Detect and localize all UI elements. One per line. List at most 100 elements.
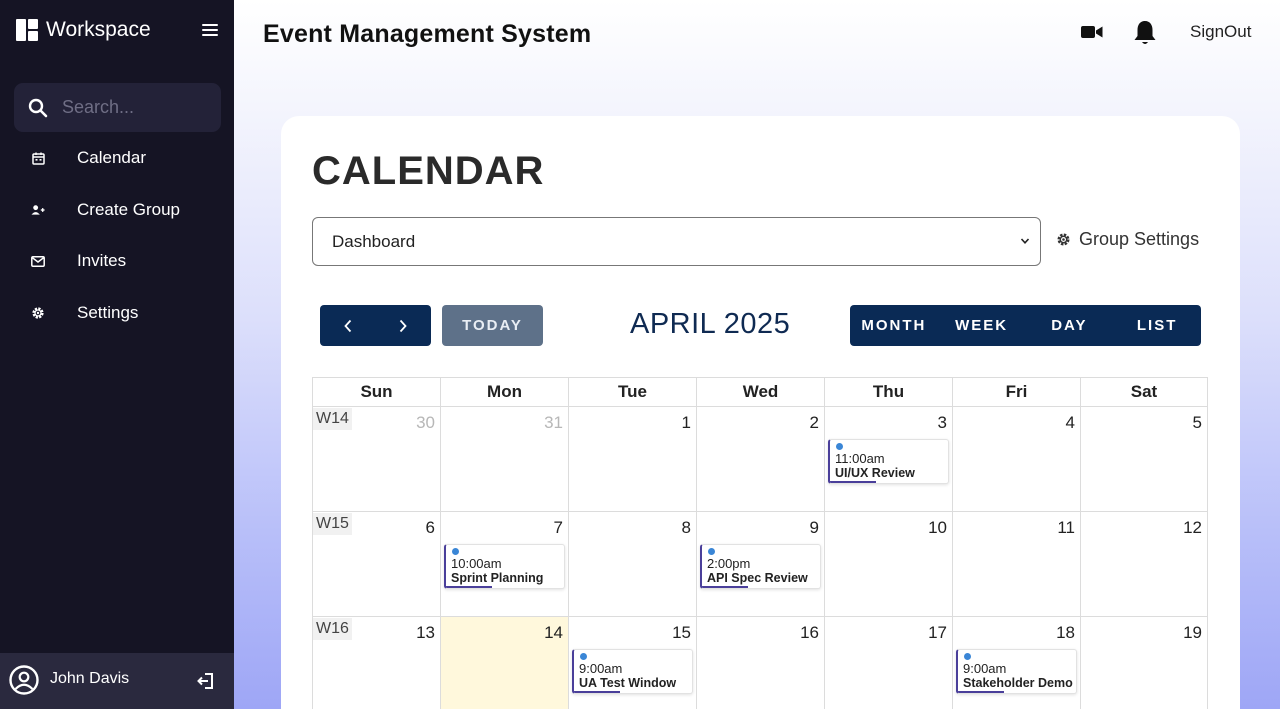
day-cell[interactable]: 16	[697, 617, 825, 709]
view-month-button[interactable]: MONTH	[850, 305, 938, 346]
view-list-button[interactable]: LIST	[1113, 305, 1201, 346]
view-day-button[interactable]: DAY	[1026, 305, 1114, 346]
event-accent-bar	[702, 586, 748, 588]
search-input[interactable]	[62, 97, 202, 118]
hamburger-menu-icon[interactable]	[202, 24, 218, 36]
day-cell[interactable]: 1	[569, 407, 697, 512]
day-cell[interactable]: 5	[1081, 407, 1208, 512]
sidebar-item-create-group[interactable]: Create Group	[0, 190, 234, 230]
day-number[interactable]: 15	[672, 623, 691, 643]
sidebar: Workspace Calendar Create Group Invites …	[0, 0, 234, 709]
bell-icon[interactable]	[1132, 19, 1158, 46]
sidebar-item-invites[interactable]: Invites	[0, 241, 234, 281]
day-cell[interactable]: W14 30	[313, 407, 441, 512]
day-number[interactable]: 31	[544, 413, 563, 433]
event-title: API Spec Review	[707, 571, 808, 585]
next-button[interactable]	[376, 305, 432, 346]
day-cell[interactable]: 18 9:00am Stakeholder Demo	[953, 617, 1081, 709]
user-name: John Davis	[50, 670, 130, 687]
day-cell[interactable]: 10	[825, 512, 953, 617]
group-select[interactable]: Dashboard	[312, 217, 1041, 266]
avatar[interactable]	[9, 665, 39, 695]
day-number[interactable]: 7	[554, 518, 563, 538]
today-cell[interactable]: 14	[441, 617, 569, 709]
day-number[interactable]: 8	[682, 518, 691, 538]
day-number[interactable]: 3	[938, 413, 947, 433]
event-title: UA Test Window	[579, 676, 677, 690]
event-time: 11:00am	[835, 451, 885, 466]
event-card[interactable]: 9:00am Stakeholder Demo	[956, 649, 1077, 694]
search-box	[14, 83, 221, 132]
day-cell[interactable]: 12	[1081, 512, 1208, 617]
day-header: Fri	[953, 378, 1081, 407]
sidebar-item-calendar[interactable]: Calendar	[0, 138, 234, 178]
event-accent-bar	[446, 586, 492, 588]
day-cell[interactable]: 9 2:00pm API Spec Review	[697, 512, 825, 617]
day-number[interactable]: 5	[1193, 413, 1202, 433]
week-number[interactable]: W14	[313, 408, 352, 430]
user-bar: John Davis	[0, 653, 234, 709]
brand[interactable]: Workspace	[16, 18, 151, 42]
day-number[interactable]: 12	[1183, 518, 1202, 538]
search-icon	[28, 98, 48, 117]
event-dot	[452, 548, 459, 555]
day-cell[interactable]: W15 6	[313, 512, 441, 617]
day-number[interactable]: 14	[544, 623, 563, 643]
day-cell[interactable]: 7 10:00am Sprint Planning	[441, 512, 569, 617]
day-cell[interactable]: 4	[953, 407, 1081, 512]
day-cell[interactable]: 3 11:00am UI/UX Review	[825, 407, 953, 512]
day-number[interactable]: 2	[810, 413, 819, 433]
sidebar-item-settings[interactable]: Settings	[0, 293, 234, 333]
calendar-heading: CALENDAR	[312, 149, 545, 193]
day-cell[interactable]: 2	[697, 407, 825, 512]
signout-link[interactable]: SignOut	[1190, 22, 1251, 42]
event-dot	[580, 653, 587, 660]
day-cell[interactable]: 17	[825, 617, 953, 709]
view-switcher: MONTH WEEK DAY LIST	[850, 305, 1201, 346]
event-card[interactable]: 2:00pm API Spec Review	[700, 544, 821, 589]
day-number[interactable]: 9	[810, 518, 819, 538]
group-select-value: Dashboard	[332, 231, 416, 251]
event-card[interactable]: 10:00am Sprint Planning	[444, 544, 565, 589]
today-button[interactable]: TODAY	[442, 305, 543, 346]
day-number[interactable]: 4	[1066, 413, 1075, 433]
event-time: 9:00am	[579, 661, 623, 676]
sidebar-item-label: Settings	[77, 303, 139, 322]
day-number[interactable]: 19	[1183, 623, 1202, 643]
week-number[interactable]: W15	[313, 513, 352, 535]
day-cell[interactable]: 11	[953, 512, 1081, 617]
day-number[interactable]: 17	[928, 623, 947, 643]
day-cell[interactable]: 15 9:00am UA Test Window	[569, 617, 697, 709]
day-number[interactable]: 10	[928, 518, 947, 538]
day-cell[interactable]: 31	[441, 407, 569, 512]
sidebar-item-label: Invites	[77, 251, 127, 270]
day-number[interactable]: 13	[416, 623, 435, 643]
group-settings-button[interactable]: Group Settings	[1056, 229, 1199, 250]
prev-button[interactable]	[320, 305, 376, 346]
day-cell[interactable]: 8	[569, 512, 697, 617]
brand-name: Workspace	[46, 18, 151, 41]
day-number[interactable]: 18	[1056, 623, 1075, 643]
event-card[interactable]: 9:00am UA Test Window	[572, 649, 693, 694]
page-title: Event Management System	[263, 20, 592, 48]
day-header: Sat	[1081, 378, 1208, 407]
day-number[interactable]: 16	[800, 623, 819, 643]
day-number[interactable]: 6	[426, 518, 435, 538]
logout-icon[interactable]	[196, 671, 216, 691]
day-header: Sun	[313, 378, 441, 407]
week-number[interactable]: W16	[313, 618, 352, 640]
day-cell[interactable]: 19	[1081, 617, 1208, 709]
event-accent-bar	[574, 691, 620, 693]
video-camera-icon[interactable]	[1081, 24, 1103, 40]
view-week-button[interactable]: WEEK	[938, 305, 1026, 346]
sidebar-item-label: Create Group	[77, 200, 180, 219]
day-number[interactable]: 11	[1057, 518, 1075, 538]
day-number[interactable]: 30	[416, 413, 435, 433]
day-cell[interactable]: W16 13	[313, 617, 441, 709]
add-user-icon	[31, 203, 45, 217]
day-header: Tue	[569, 378, 697, 407]
gear-icon	[31, 306, 45, 320]
event-card[interactable]: 11:00am UI/UX Review	[828, 439, 949, 484]
group-settings-label: Group Settings	[1079, 229, 1200, 249]
day-number[interactable]: 1	[682, 413, 691, 433]
